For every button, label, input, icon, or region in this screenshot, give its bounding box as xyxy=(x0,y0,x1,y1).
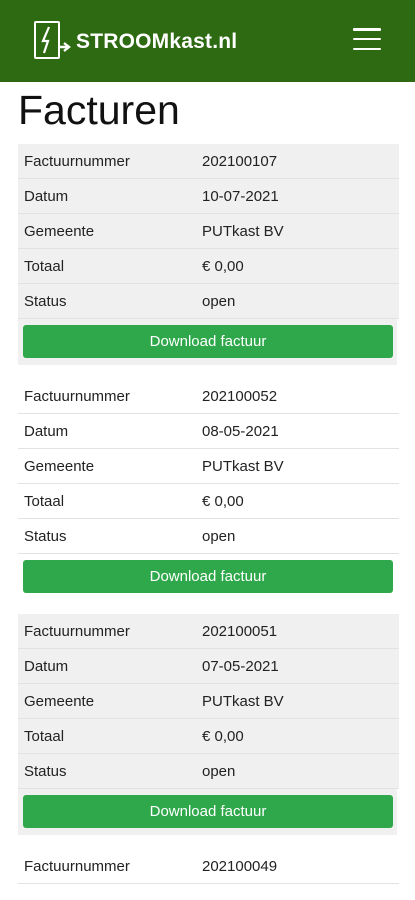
invoice-total: € 0,00 xyxy=(202,492,244,510)
invoice-table: Factuurnummer 202100107 Datum 10-07-2021… xyxy=(18,144,399,319)
label: Datum xyxy=(24,422,69,440)
top-navbar: STROOMkast.nl xyxy=(0,0,415,82)
invoice-municipality: PUTkast BV xyxy=(202,692,284,710)
invoice-number: 202100107 xyxy=(202,152,278,170)
label: Totaal xyxy=(24,257,65,275)
label: Totaal xyxy=(24,727,65,745)
invoice-total-row: Totaal € 0,00 xyxy=(18,249,399,284)
invoice-total: € 0,00 xyxy=(202,727,244,745)
invoice-card: Factuurnummer 202100107 Datum 10-07-2021… xyxy=(18,144,399,365)
invoice-number: 202100049 xyxy=(202,857,278,875)
invoice-total-row: Totaal € 0,00 xyxy=(18,484,399,519)
power-box-icon xyxy=(34,21,60,59)
invoice-card: Factuurnummer 202100052 Datum 08-05-2021… xyxy=(18,379,399,600)
invoice-card: Factuurnummer 202100051 Datum 07-05-2021… xyxy=(18,614,399,835)
invoice-municipality-row: Gemeente PUTkast BV xyxy=(18,214,399,249)
label: Gemeente xyxy=(24,692,95,710)
invoice-number-row: Factuurnummer 202100051 xyxy=(18,614,399,649)
label: Factuurnummer xyxy=(24,622,130,640)
label: Status xyxy=(24,762,67,780)
invoice-status-row: Status open xyxy=(18,284,399,319)
invoice-number: 202100051 xyxy=(202,622,278,640)
label: Factuurnummer xyxy=(24,387,130,405)
invoice-date: 10-07-2021 xyxy=(202,187,279,205)
invoice-number-row: Factuurnummer 202100107 xyxy=(18,144,399,179)
label: Status xyxy=(24,292,67,310)
invoice-table: Factuurnummer 202100049 xyxy=(18,849,399,884)
invoice-status: open xyxy=(202,292,236,310)
invoice-number-row: Factuurnummer 202100049 xyxy=(18,849,399,884)
invoice-card: Factuurnummer 202100049 xyxy=(18,849,399,884)
button-row: Download factuur xyxy=(18,554,397,600)
site-logo[interactable]: STROOMkast.nl xyxy=(34,20,237,60)
label: Totaal xyxy=(24,492,65,510)
invoice-date-row: Datum 07-05-2021 xyxy=(18,649,399,684)
download-invoice-button[interactable]: Download factuur xyxy=(23,560,393,593)
label: Status xyxy=(24,527,67,545)
button-row: Download factuur xyxy=(18,319,397,365)
invoice-date: 07-05-2021 xyxy=(202,657,279,675)
invoice-date-row: Datum 10-07-2021 xyxy=(18,179,399,214)
invoice-table: Factuurnummer 202100052 Datum 08-05-2021… xyxy=(18,379,399,554)
invoice-list: Factuurnummer 202100107 Datum 10-07-2021… xyxy=(0,144,415,884)
invoice-status-row: Status open xyxy=(18,519,399,554)
invoice-number: 202100052 xyxy=(202,387,278,405)
invoice-total: € 0,00 xyxy=(202,257,244,275)
download-invoice-button[interactable]: Download factuur xyxy=(23,325,393,358)
label: Gemeente xyxy=(24,222,95,240)
label: Datum xyxy=(24,657,69,675)
invoice-status: open xyxy=(202,762,236,780)
label: Factuurnummer xyxy=(24,857,130,875)
label: Gemeente xyxy=(24,457,95,475)
invoice-municipality: PUTkast BV xyxy=(202,222,284,240)
download-invoice-button[interactable]: Download factuur xyxy=(23,795,393,828)
invoice-municipality-row: Gemeente PUTkast BV xyxy=(18,684,399,719)
invoice-number-row: Factuurnummer 202100052 xyxy=(18,379,399,414)
invoice-date: 08-05-2021 xyxy=(202,422,279,440)
invoice-municipality: PUTkast BV xyxy=(202,457,284,475)
menu-icon[interactable] xyxy=(353,28,381,50)
label: Factuurnummer xyxy=(24,152,130,170)
label: Datum xyxy=(24,187,69,205)
invoice-date-row: Datum 08-05-2021 xyxy=(18,414,399,449)
invoice-table: Factuurnummer 202100051 Datum 07-05-2021… xyxy=(18,614,399,789)
invoice-status: open xyxy=(202,527,236,545)
invoice-status-row: Status open xyxy=(18,754,399,789)
logo-text: STROOMkast.nl xyxy=(76,30,238,53)
invoice-municipality-row: Gemeente PUTkast BV xyxy=(18,449,399,484)
invoice-total-row: Totaal € 0,00 xyxy=(18,719,399,754)
page-title: Facturen xyxy=(18,87,180,133)
plug-arrow-icon xyxy=(58,42,71,52)
button-row: Download factuur xyxy=(18,789,397,835)
